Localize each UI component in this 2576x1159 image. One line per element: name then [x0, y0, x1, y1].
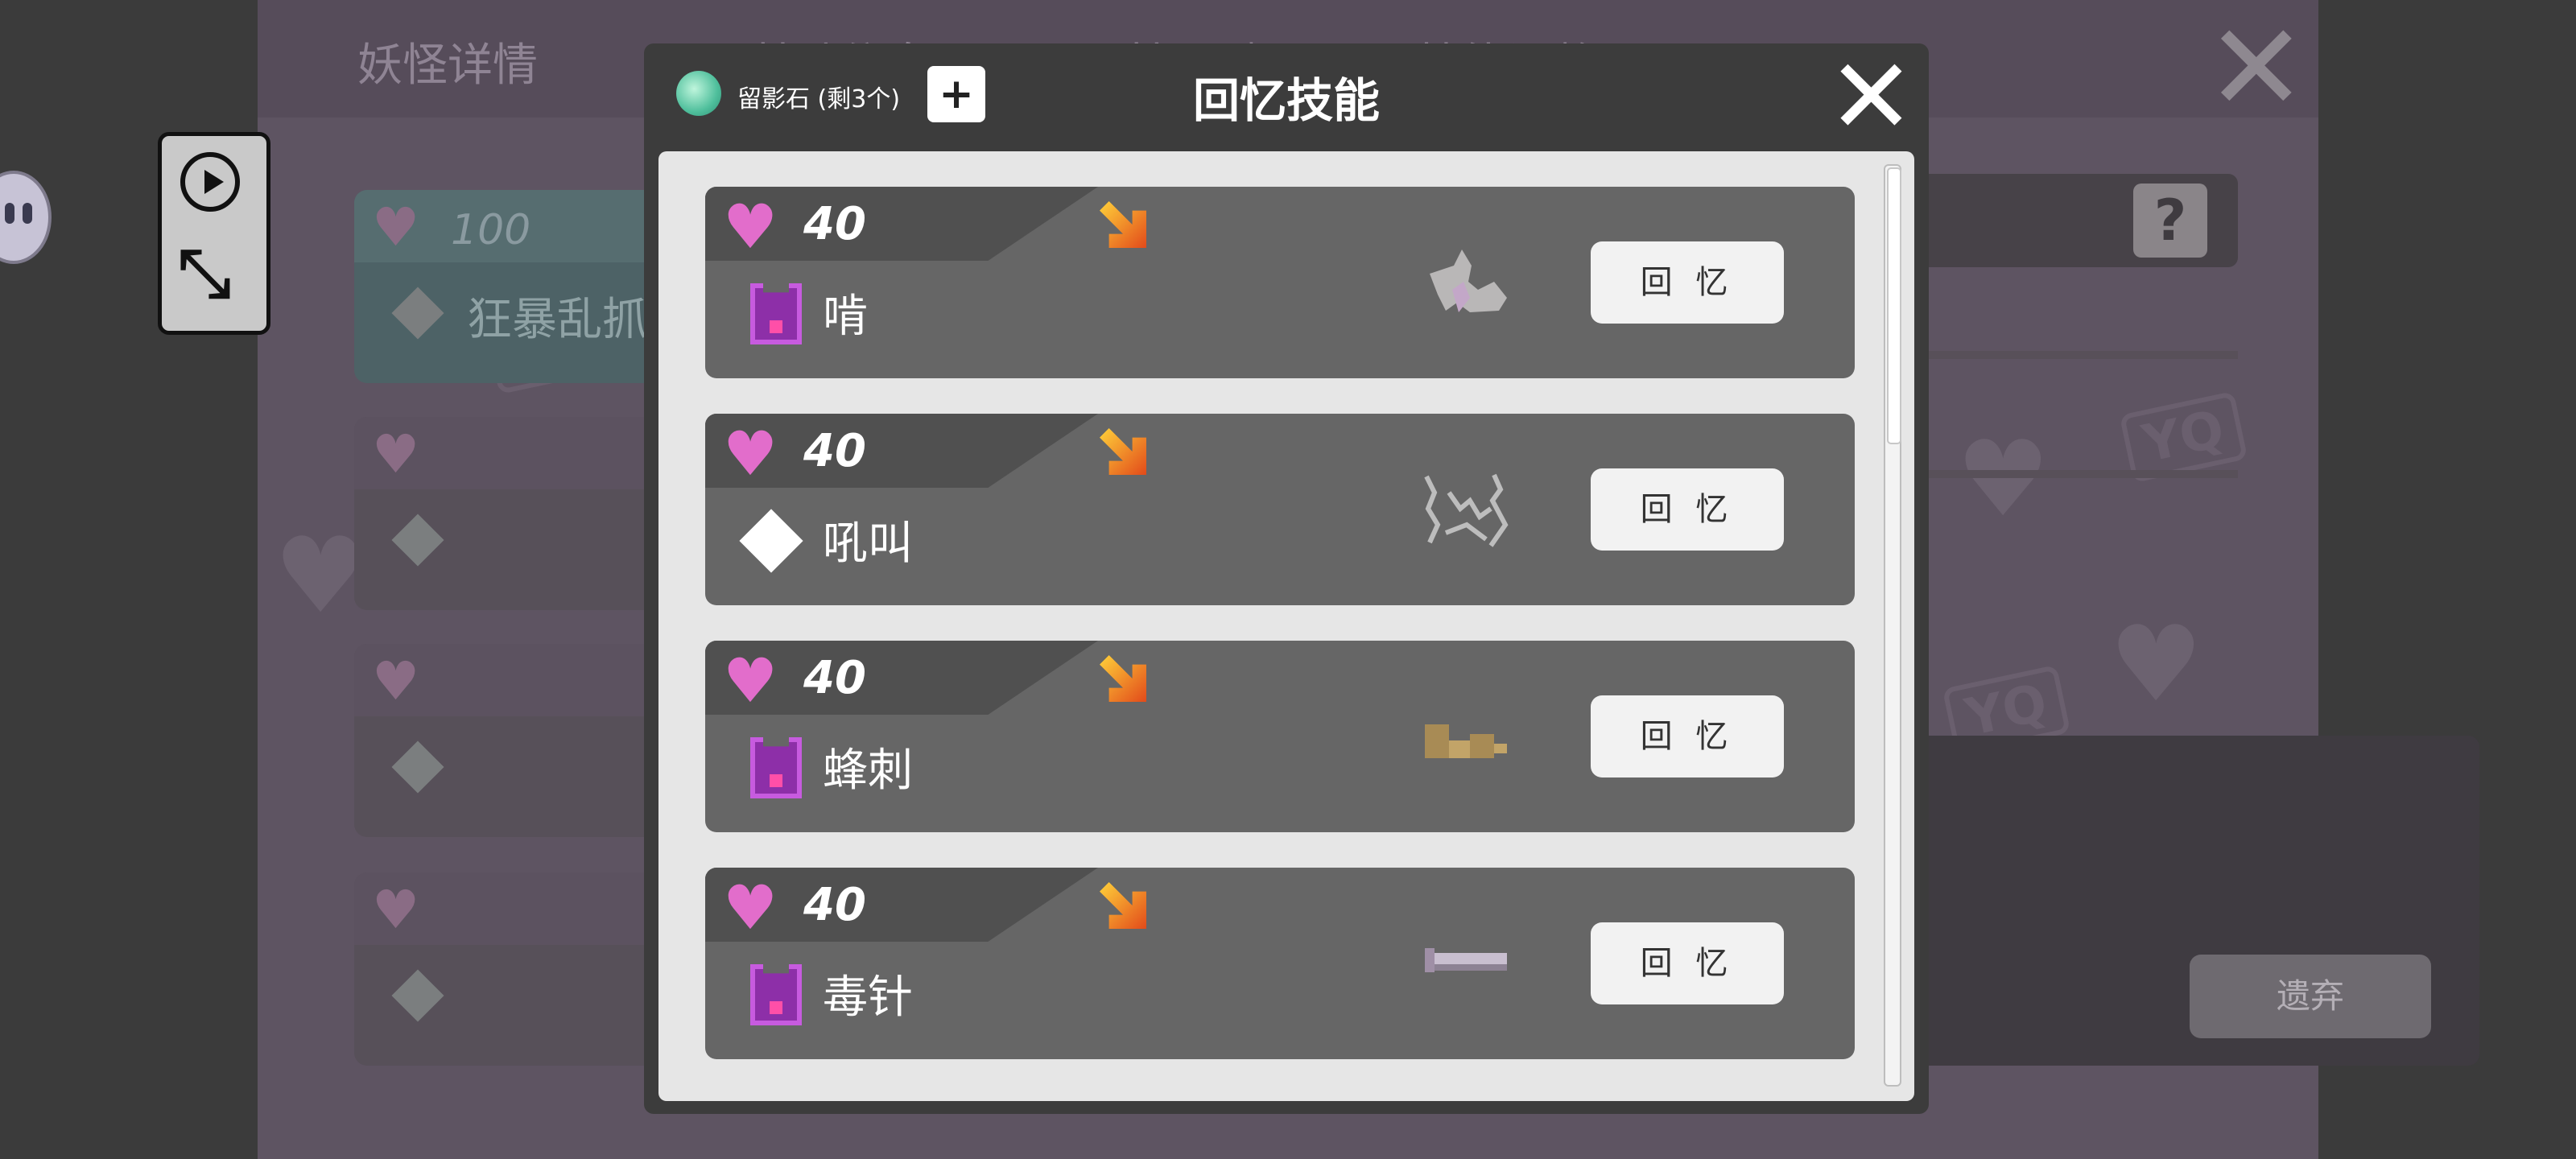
scroll-thumb[interactable] [1887, 167, 1901, 444]
close-icon[interactable]: ✕ [1827, 44, 1915, 149]
background-close-icon[interactable]: ✕ [2206, 8, 2307, 129]
skill-name: 毒针 [823, 971, 913, 1024]
heart-icon: ♥ [372, 650, 420, 712]
heart-icon: ♥ [723, 872, 778, 943]
heart-icon: ♥ [723, 418, 778, 489]
watermark-logo: YQ [2119, 390, 2248, 484]
divider [1900, 351, 2238, 359]
roar-sprite-icon [1424, 473, 1509, 547]
skill-name: 蜂刺 [823, 744, 913, 797]
heart-icon: ♥ [372, 423, 420, 485]
help-icon[interactable]: ? [2133, 184, 2207, 258]
gem-icon [391, 514, 444, 567]
heart-icon: ♥ [723, 191, 778, 262]
discard-button[interactable]: 遗弃 [2190, 955, 2431, 1038]
attack-arrow-icon [1100, 428, 1146, 475]
skill-card[interactable]: ♥ 40 吼叫 回 忆 [705, 414, 1855, 605]
needle-sprite-icon [1425, 948, 1507, 972]
attack-arrow-icon [1100, 655, 1146, 702]
heart-icon: ♥ [723, 645, 778, 716]
skill-card[interactable]: ♥ 40 蜂刺 回 忆 [705, 641, 1855, 832]
skill-name: 吼叫 [823, 518, 913, 570]
gem-icon [391, 287, 444, 340]
skill-card[interactable]: ♥ 40 啃 回 忆 [705, 187, 1855, 378]
skill-card[interactable]: ♥ 40 毒针 回 忆 [705, 868, 1855, 1059]
attack-arrow-icon [1100, 201, 1146, 248]
recall-skill-modal: 留影石 (剩3个) + 回忆技能 ✕ ♥ 40 啃 回 忆 ♥ 40 吼叫 回 … [644, 43, 1929, 1114]
overlay-control-panel: ⤡ [158, 132, 270, 335]
expand-icon[interactable]: ⤡ [178, 241, 231, 307]
floating-assistant-icon[interactable] [0, 171, 52, 264]
skill-name: 啃 [823, 291, 868, 343]
recall-button[interactable]: 回 忆 [1591, 241, 1784, 324]
normal-type-icon [739, 509, 803, 573]
heart-icon: ♥ [372, 196, 420, 258]
gem-icon [391, 740, 444, 794]
bug-type-icon [750, 737, 802, 798]
skill-cost: 40 [803, 425, 866, 477]
background-skill-name: 狂暴乱抓 [467, 294, 647, 346]
bug-type-icon [750, 964, 802, 1025]
recall-button[interactable]: 回 忆 [1591, 922, 1784, 1004]
modal-header: 留影石 (剩3个) + 回忆技能 ✕ [644, 43, 1929, 149]
background-skill-cost: 100 [451, 206, 531, 254]
sting-sprite-icon [1425, 724, 1507, 758]
recall-button[interactable]: 回 忆 [1591, 468, 1784, 551]
skill-cost: 40 [803, 652, 866, 704]
heart-decoration-icon: ♥ [2109, 603, 2203, 725]
heart-decoration-icon: ♥ [1956, 418, 2050, 540]
recall-button[interactable]: 回 忆 [1591, 695, 1784, 777]
attack-arrow-icon [1100, 882, 1146, 929]
skill-cost: 40 [803, 198, 866, 250]
scrollbar[interactable] [1884, 164, 1901, 1087]
tab-monster-details[interactable]: 妖怪详情 [357, 29, 538, 94]
claw-sprite-icon [1430, 250, 1507, 312]
heart-icon: ♥ [372, 879, 420, 941]
gem-icon [391, 969, 444, 1022]
skill-list: ♥ 40 啃 回 忆 ♥ 40 吼叫 回 忆 ♥ 40 蜂刺 回 忆 ♥ 40 … [658, 151, 1914, 1101]
play-icon[interactable] [180, 152, 240, 212]
divider [1900, 470, 2238, 478]
skill-cost: 40 [803, 879, 866, 931]
bug-type-icon [750, 283, 802, 344]
modal-title: 回忆技能 [1192, 73, 1380, 128]
